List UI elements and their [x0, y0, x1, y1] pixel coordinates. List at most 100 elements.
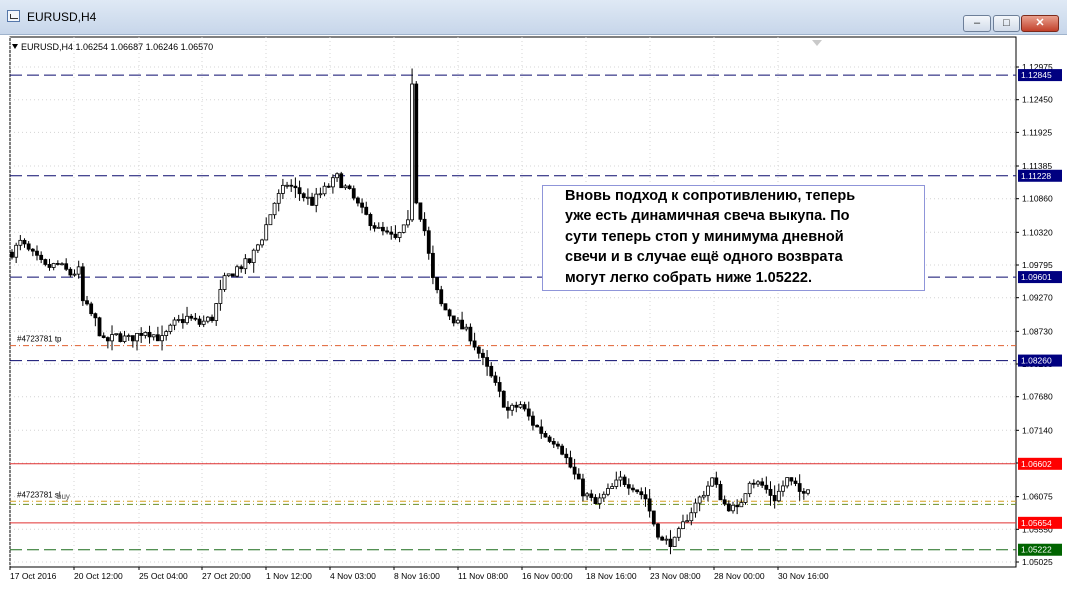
price-axis-label: 1.09795	[1022, 260, 1053, 270]
candle-body	[485, 357, 489, 367]
chart-window: EURUSD,H4 – □ ✕ 1.12975 1.12450 1.11925 1.1…	[0, 0, 1067, 593]
price-level-label: 1.09601	[1021, 272, 1052, 282]
candle-body	[356, 197, 360, 204]
candle-body	[339, 173, 344, 189]
candle-body	[318, 193, 323, 196]
candle-body	[55, 263, 60, 265]
time-axis-label: 1 Nov 12:00	[266, 571, 312, 581]
candle-body	[197, 318, 202, 325]
candle-body	[647, 498, 652, 512]
candle-body	[460, 319, 464, 330]
price-axis-label: 1.10860	[1022, 194, 1053, 204]
candle-body	[289, 184, 294, 187]
candle-body	[789, 477, 794, 482]
price-axis-label: 1.10320	[1022, 227, 1053, 237]
candle-body	[135, 332, 139, 342]
candle-body	[447, 309, 452, 317]
candle-body	[451, 315, 456, 324]
candle-body	[376, 226, 381, 229]
candle-body	[160, 335, 164, 342]
candle-body	[372, 225, 377, 229]
candle-body	[785, 477, 790, 487]
candle-body	[735, 504, 740, 508]
candle-body	[76, 266, 81, 275]
candle-body	[456, 319, 460, 324]
candle-body	[343, 185, 348, 189]
candle-body	[251, 249, 256, 264]
price-chart[interactable]: 1.129751.124501.119251.113851.108601.103…	[0, 0, 1067, 593]
candle-body	[305, 196, 310, 199]
candle-body	[514, 404, 519, 408]
candle-body	[10, 251, 14, 258]
candle-body	[268, 214, 273, 226]
candle-body	[401, 224, 406, 233]
candle-body	[643, 494, 648, 500]
candle-body	[768, 488, 773, 496]
candle-body	[14, 244, 19, 258]
candle-body	[581, 478, 585, 497]
candle-body	[701, 494, 706, 498]
candle-body	[276, 193, 281, 204]
candle-body	[435, 277, 439, 291]
time-axis-label: 23 Nov 08:00	[650, 571, 701, 581]
annotation-text: Вновь подход к сопротивлению, теперь уже…	[565, 186, 925, 288]
candle-body	[560, 445, 565, 455]
candle-body	[547, 436, 552, 442]
candle-body	[589, 493, 594, 498]
candle-body	[293, 185, 298, 189]
dropdown-triangle-icon[interactable]	[12, 44, 18, 49]
price-axis-label: 1.06075	[1022, 492, 1053, 502]
candle-body	[776, 490, 781, 502]
price-axis-label: 1.08730	[1022, 326, 1053, 336]
candle-body	[531, 415, 535, 426]
candle-body	[360, 202, 364, 208]
candle-body	[651, 510, 656, 525]
candle-body	[201, 320, 206, 325]
price-level-label: 1.05654	[1021, 518, 1052, 528]
candle-body	[51, 263, 56, 268]
candle-body	[93, 313, 98, 319]
candle-body	[506, 406, 510, 411]
candle-body	[226, 273, 231, 277]
candle-body	[89, 303, 94, 315]
candle-body	[685, 520, 690, 523]
candle-body	[310, 196, 314, 206]
candle-body	[556, 443, 560, 447]
candle-body	[130, 335, 135, 342]
time-axis-label: 27 Oct 20:00	[202, 571, 251, 581]
candle-body	[443, 303, 448, 311]
candle-body	[30, 248, 35, 252]
candle-body	[230, 273, 235, 277]
candle-body	[176, 319, 181, 321]
candle-body	[681, 521, 685, 530]
candle-body	[431, 252, 435, 278]
candle-body	[585, 493, 590, 497]
candle-body	[576, 473, 581, 480]
candle-body	[564, 453, 569, 459]
candle-body	[693, 502, 698, 514]
candle-body	[489, 365, 494, 377]
candle-body	[497, 382, 502, 392]
candle-body	[122, 335, 127, 342]
candle-body	[731, 504, 735, 512]
candle-body	[397, 232, 402, 238]
candle-body	[660, 536, 665, 541]
candle-body	[172, 319, 177, 326]
candle-body	[314, 193, 319, 206]
candle-body	[272, 202, 277, 216]
order-label: #4723781 sl	[17, 490, 61, 499]
candle-body	[501, 390, 506, 408]
candle-body	[301, 193, 306, 199]
candle-body	[439, 289, 444, 305]
candle-body	[689, 512, 694, 522]
candle-body	[639, 491, 644, 496]
candle-body	[114, 333, 119, 336]
candle-body	[568, 457, 573, 468]
candle-body	[406, 219, 410, 226]
candle-body	[168, 324, 173, 332]
candle-body	[764, 484, 769, 490]
candle-body	[801, 491, 806, 494]
time-axis-label: 28 Nov 00:00	[714, 571, 765, 581]
time-axis-label: 30 Nov 16:00	[778, 571, 829, 581]
price-level-label: 1.06602	[1021, 459, 1052, 469]
